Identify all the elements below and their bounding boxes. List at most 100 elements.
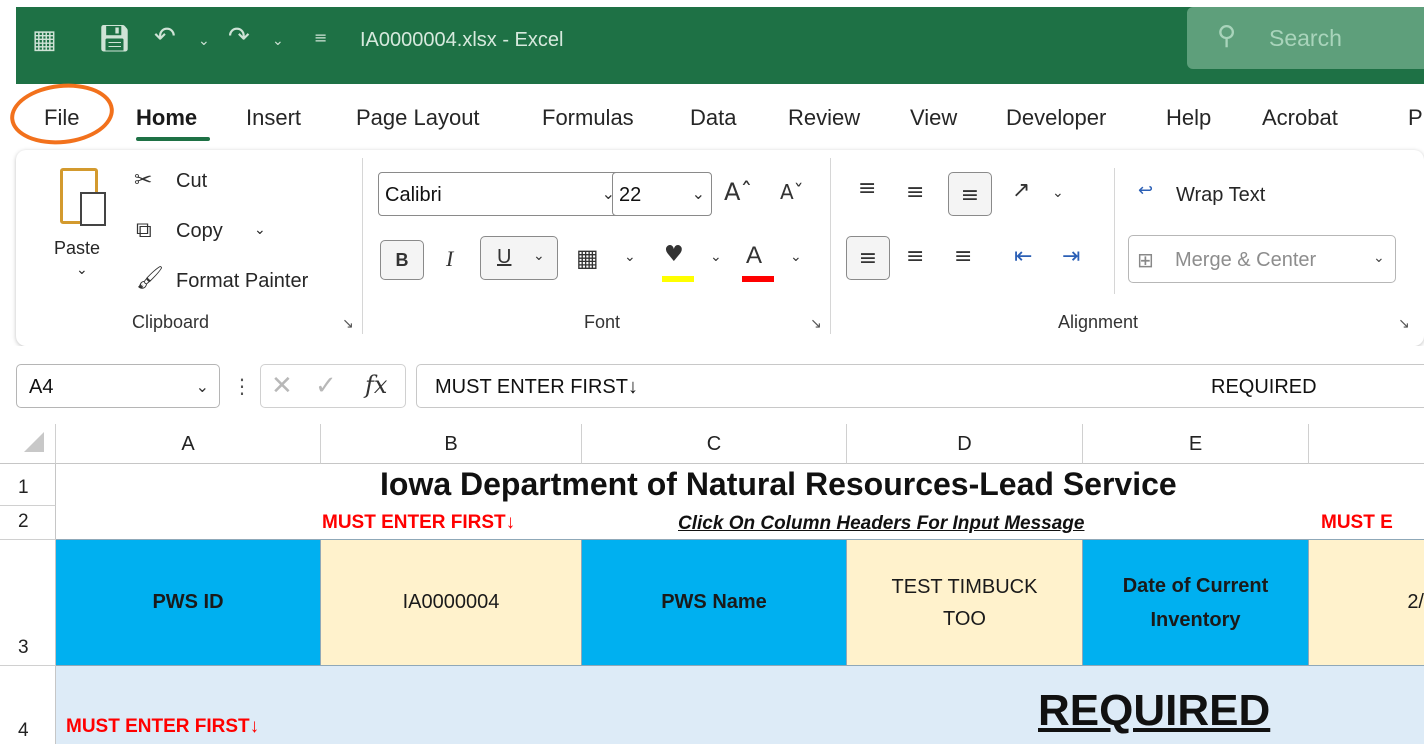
save-icon[interactable]: 💾︎ [98, 26, 131, 52]
column-header-e[interactable]: E [1083, 424, 1309, 464]
fill-color-dropdown-icon[interactable]: ⌄ [710, 250, 722, 264]
pws-name-value-line-1: TEST TIMBUCK [891, 575, 1038, 598]
borders-icon[interactable]: ▦ [576, 246, 599, 270]
font-color-icon[interactable]: A [746, 244, 762, 268]
alignment-group-label: Alignment [1058, 312, 1139, 332]
align-middle-icon[interactable]: ≡ [906, 182, 924, 204]
cell-f3-date-value[interactable]: 2/ [1309, 540, 1424, 666]
column-header-d[interactable]: D [847, 424, 1083, 464]
italic-button[interactable]: I [446, 248, 453, 270]
alignment-dialog-launcher-icon[interactable]: ↘ [1398, 316, 1410, 332]
row-number: 3 [18, 637, 29, 658]
must-enter-first-f2[interactable]: MUST E [1321, 512, 1393, 534]
cell-d3-pws-name-value[interactable]: TEST TIMBUCK TOO [847, 540, 1083, 666]
date-value: 2/ [1407, 591, 1424, 613]
undo-icon[interactable]: ↶ [154, 24, 176, 50]
name-box[interactable]: A4 ⌄ [16, 364, 220, 408]
row-header-1[interactable]: 1 [0, 464, 56, 506]
row-header-4[interactable]: 4 [0, 666, 56, 744]
align-bottom-button[interactable]: ≡ [948, 172, 992, 216]
align-top-icon[interactable]: ≡ [858, 178, 876, 200]
cell-c3-pws-name-label[interactable]: PWS Name [582, 540, 847, 666]
ribbon: Paste ⌄ ✂ Cut ⧉ Copy ⌄ 🖌︎ Format Painter… [16, 150, 1424, 346]
redo-dropdown-icon[interactable]: ⌄ [272, 34, 284, 48]
clipboard-group-label: Clipboard [132, 312, 210, 332]
click-column-headers-note[interactable]: Click On Column Headers For Input Messag… [678, 513, 1084, 535]
formula-value-right: REQUIRED [1211, 376, 1317, 398]
cell-e3-date-label[interactable]: Date of Current Inventory [1083, 540, 1309, 666]
font-color-dropdown-icon[interactable]: ⌄ [790, 250, 802, 264]
insert-function-icon[interactable]: fx [365, 371, 387, 399]
redo-icon[interactable]: ↷ [228, 24, 250, 50]
wrap-text-button[interactable]: Wrap Text [1176, 184, 1265, 207]
pws-id-value: IA0000004 [402, 591, 500, 613]
cut-button[interactable]: Cut [176, 170, 207, 193]
name-box-value: A4 [29, 376, 54, 398]
spreadsheet-grid: A B C D E 1 2 3 4 Iowa Department of Nat… [0, 424, 1424, 744]
row-header-3[interactable]: 3 [0, 540, 56, 666]
column-header-c[interactable]: C [582, 424, 847, 464]
tab-view[interactable]: View [910, 105, 957, 131]
borders-dropdown-icon[interactable]: ⌄ [624, 250, 636, 264]
ribbon-tabs: File Home Insert Page Layout Formulas Da… [0, 84, 1424, 150]
formula-value: MUST ENTER FIRST↓ [435, 376, 638, 398]
tab-partial[interactable]: P [1408, 105, 1423, 131]
orientation-dropdown-icon[interactable]: ⌄ [1052, 186, 1064, 200]
decrease-font-size-icon[interactable]: Aˇ [780, 182, 804, 202]
enter-icon[interactable]: ✓ [315, 371, 337, 401]
pws-name-label: PWS Name [661, 591, 767, 613]
tab-formulas[interactable]: Formulas [542, 105, 634, 131]
font-name-value: Calibri [385, 184, 442, 206]
tab-home[interactable]: Home [136, 105, 197, 131]
underline-letter: U [497, 246, 512, 268]
select-all-corner[interactable] [0, 424, 56, 464]
row-header-2[interactable]: 2 [0, 506, 56, 540]
search-box[interactable]: ⚲ Search [1187, 7, 1424, 69]
cancel-icon[interactable]: ✕ [271, 371, 293, 401]
tab-insert[interactable]: Insert [246, 105, 301, 131]
font-size-select[interactable]: 22 ⌄ [612, 172, 712, 216]
font-name-select[interactable]: Calibri ⌄ [378, 172, 622, 216]
align-left-button[interactable]: ≡ [846, 236, 890, 280]
column-header-a[interactable]: A [56, 424, 321, 464]
increase-font-size-icon[interactable]: Aˆ [724, 180, 752, 204]
column-header-f[interactable] [1309, 424, 1424, 464]
column-header-b[interactable]: B [321, 424, 582, 464]
orientation-icon[interactable]: ↗ [1012, 180, 1030, 202]
font-dialog-launcher-icon[interactable]: ↘ [810, 316, 822, 332]
clipboard-dialog-launcher-icon[interactable]: ↘ [342, 316, 354, 332]
bold-button[interactable]: B [380, 240, 424, 280]
customize-toolbar-icon[interactable]: ≡ [314, 30, 327, 46]
align-right-icon[interactable]: ≡ [954, 246, 972, 268]
format-painter-button[interactable]: Format Painter [176, 270, 308, 293]
more-options-icon[interactable]: ⋮ [232, 374, 252, 398]
row-4-cell[interactable]: MUST ENTER FIRST↓ REQUIRED [56, 666, 1424, 744]
merge-center-button[interactable]: ⊞ Merge & Center ⌄ [1128, 235, 1396, 283]
tab-review[interactable]: Review [788, 105, 860, 131]
paste-dropdown-icon: ⌄ [76, 262, 88, 278]
undo-dropdown-icon[interactable]: ⌄ [198, 34, 210, 48]
copy-dropdown-icon[interactable]: ⌄ [254, 222, 266, 238]
cell-a3-pws-id-label[interactable]: PWS ID [56, 540, 321, 666]
tab-help[interactable]: Help [1166, 105, 1211, 131]
paste-button[interactable]: Paste ⌄ [46, 162, 116, 292]
tab-data[interactable]: Data [690, 105, 736, 131]
decrease-indent-icon[interactable]: ⇤ [1014, 246, 1032, 268]
increase-indent-icon[interactable]: ⇥ [1062, 246, 1080, 268]
tab-page-layout[interactable]: Page Layout [356, 105, 480, 131]
row-2: MUST ENTER FIRST↓ Click On Column Header… [56, 506, 1424, 540]
underline-button[interactable]: U ⌄ [480, 236, 558, 280]
must-enter-first-b2[interactable]: MUST ENTER FIRST↓ [322, 512, 515, 534]
required-heading: REQUIRED [1038, 686, 1271, 735]
tab-developer[interactable]: Developer [1006, 105, 1106, 131]
paste-label: Paste [54, 238, 101, 258]
row-number: 4 [18, 720, 29, 741]
tab-acrobat[interactable]: Acrobat [1262, 105, 1338, 131]
cell-b3-pws-id-value[interactable]: IA0000004 [321, 540, 582, 666]
align-center-icon[interactable]: ≡ [906, 246, 924, 268]
formula-input[interactable]: MUST ENTER FIRST↓ REQUIRED [416, 364, 1424, 408]
copy-button[interactable]: Copy [176, 220, 223, 243]
fill-color-icon[interactable]: ♥ [664, 244, 684, 266]
paste-page-icon [80, 192, 106, 226]
row-1-title-cell[interactable]: Iowa Department of Natural Resources-Lea… [56, 464, 1424, 506]
